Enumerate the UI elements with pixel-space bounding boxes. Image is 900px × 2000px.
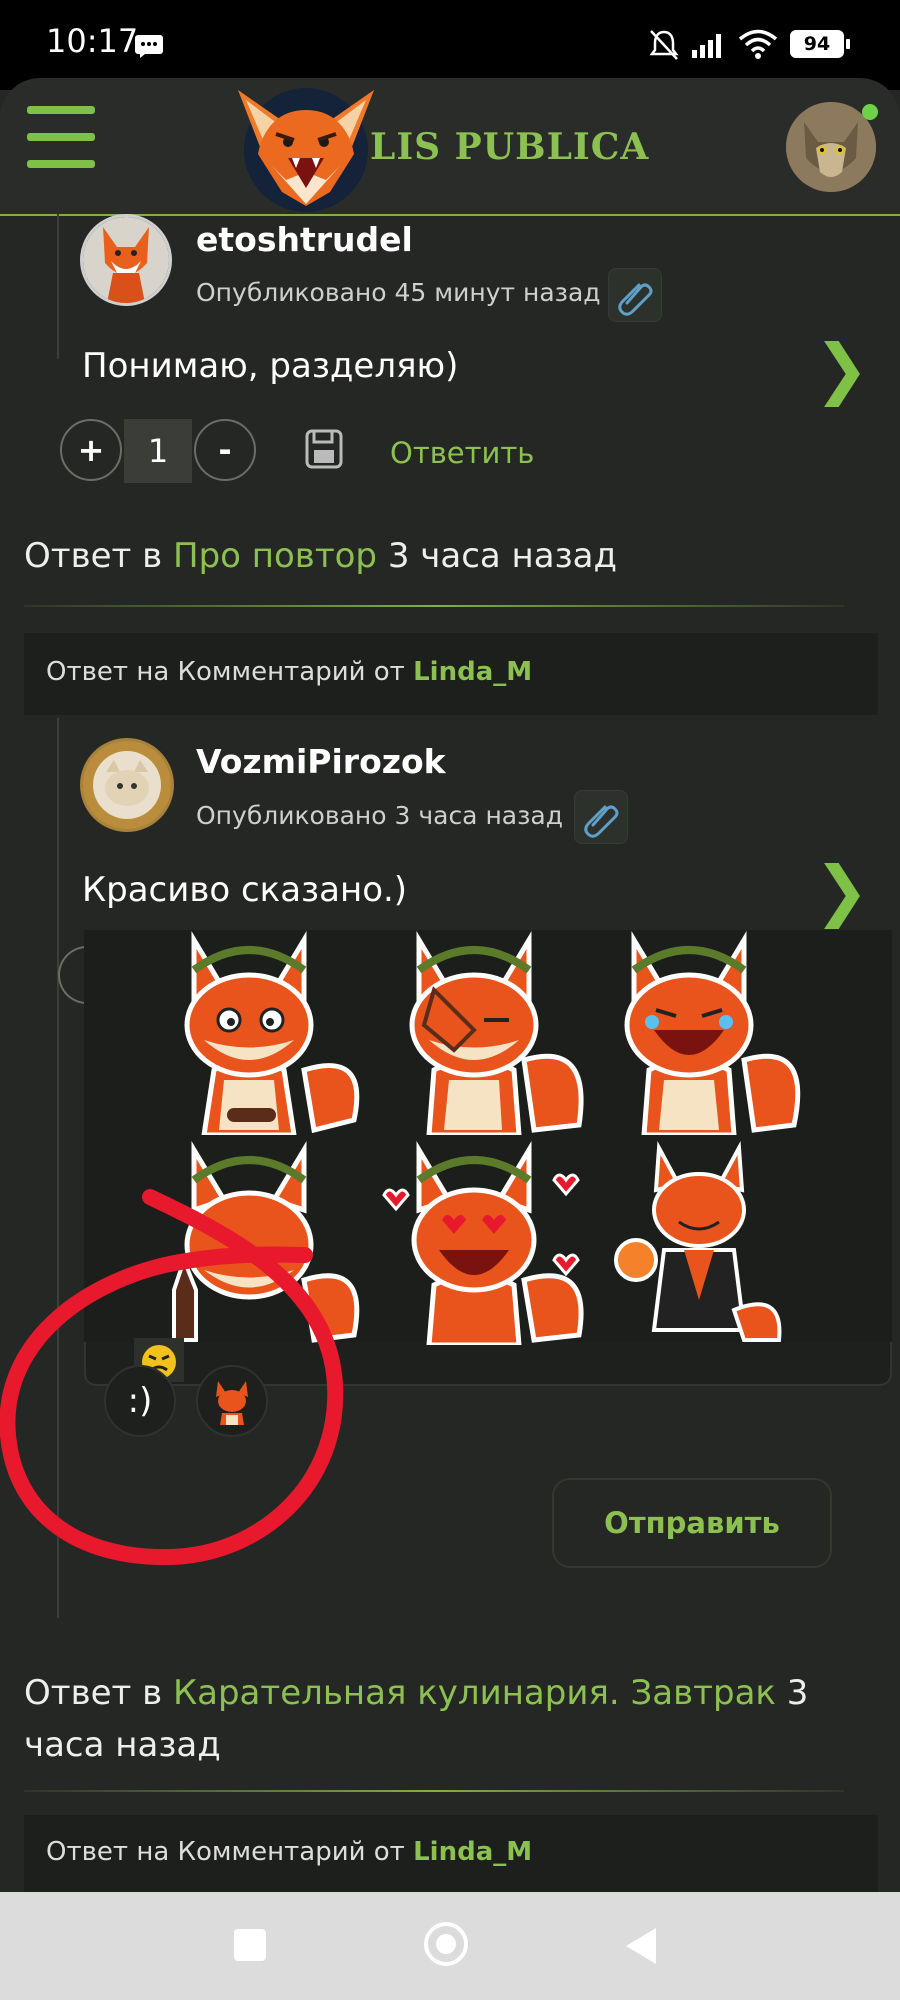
reply-to-prefix: Ответ на Комментарий от bbox=[46, 1837, 405, 1867]
thread-line bbox=[57, 214, 59, 359]
menu-bar bbox=[27, 133, 95, 141]
sticker-fox-love[interactable] bbox=[374, 1140, 594, 1345]
author-avatar[interactable] bbox=[80, 214, 172, 306]
mute-icon bbox=[649, 30, 679, 60]
separator bbox=[24, 605, 844, 607]
battery-icon: 94 bbox=[790, 30, 844, 58]
chevron-right-icon[interactable]: ❯ bbox=[814, 852, 869, 929]
reply-to-user[interactable]: Linda_M bbox=[413, 657, 532, 687]
author-name[interactable]: VozmiPirozok bbox=[196, 742, 446, 781]
menu-bar bbox=[27, 106, 95, 114]
sticker-fox-peach[interactable] bbox=[594, 1140, 814, 1345]
circle-nav-icon[interactable] bbox=[424, 1922, 468, 1966]
reply-context: Ответ в Карательная кулинария. Завтрак 3… bbox=[24, 1667, 874, 1771]
reply-link[interactable]: Ответить bbox=[390, 436, 534, 470]
reply-to-user[interactable]: Linda_M bbox=[413, 1837, 532, 1867]
comment-text: Понимаю, разделяю) bbox=[82, 346, 459, 386]
reply-prefix: Ответ в bbox=[24, 536, 163, 576]
author-avatar[interactable] bbox=[80, 738, 174, 832]
reply-to-bar: Ответ на Комментарий от Linda_M bbox=[24, 633, 878, 715]
publish-time: Опубликовано 3 часа назад bbox=[196, 801, 564, 830]
separator bbox=[24, 1790, 844, 1792]
reply-time-suffix: назад bbox=[115, 1725, 221, 1765]
reply-time: 3 часа назад bbox=[387, 536, 618, 576]
red-annotation-circle bbox=[0, 1189, 344, 1566]
wifi-icon bbox=[738, 29, 778, 59]
status-time: 10:17 bbox=[46, 22, 139, 60]
fox-logo-icon[interactable] bbox=[232, 88, 380, 212]
online-indicator bbox=[862, 104, 878, 120]
attachment-button[interactable] bbox=[574, 790, 628, 844]
menu-bar bbox=[27, 160, 95, 168]
battery-tip bbox=[846, 39, 850, 49]
sticker-fox-nervous[interactable] bbox=[154, 930, 374, 1135]
chevron-right-icon[interactable]: ❯ bbox=[814, 330, 869, 407]
save-icon[interactable] bbox=[304, 428, 344, 470]
topic-link[interactable]: Про повтор bbox=[173, 536, 377, 576]
sticker-fox-facepalm[interactable] bbox=[374, 930, 594, 1135]
topic-link[interactable]: Карательная кулинария. Завтрак bbox=[173, 1673, 776, 1713]
signal-icon bbox=[692, 34, 721, 58]
square-nav-icon[interactable] bbox=[234, 1929, 266, 1961]
battery-level: 94 bbox=[803, 33, 831, 55]
comment-text: Красиво сказано.) bbox=[82, 870, 408, 910]
site-title[interactable]: LIS PUBLICA bbox=[370, 126, 649, 168]
notification-icon bbox=[135, 35, 163, 58]
downvote-button[interactable]: - bbox=[194, 419, 256, 481]
attachment-icon bbox=[584, 805, 619, 838]
upvote-button[interactable]: + bbox=[60, 419, 122, 481]
menu-icon[interactable] bbox=[20, 100, 100, 178]
author-name[interactable]: etoshtrudel bbox=[196, 220, 413, 259]
back-nav-icon[interactable] bbox=[622, 1926, 658, 1966]
reply-prefix: Ответ в bbox=[24, 1673, 163, 1713]
reply-to-bar: Ответ на Комментарий от Linda_M bbox=[24, 1815, 878, 1893]
reply-context: Ответ в Про повтор 3 часа назад bbox=[24, 536, 617, 576]
attachment-button[interactable] bbox=[608, 268, 662, 322]
attachment-icon bbox=[618, 283, 653, 316]
publish-time: Опубликовано 45 минут назад bbox=[196, 278, 601, 307]
send-button[interactable]: Отправить bbox=[552, 1478, 832, 1568]
sticker-fox-laughing[interactable] bbox=[594, 930, 814, 1135]
reply-to-prefix: Ответ на Комментарий от bbox=[46, 657, 405, 687]
score-value: 1 bbox=[124, 419, 192, 483]
